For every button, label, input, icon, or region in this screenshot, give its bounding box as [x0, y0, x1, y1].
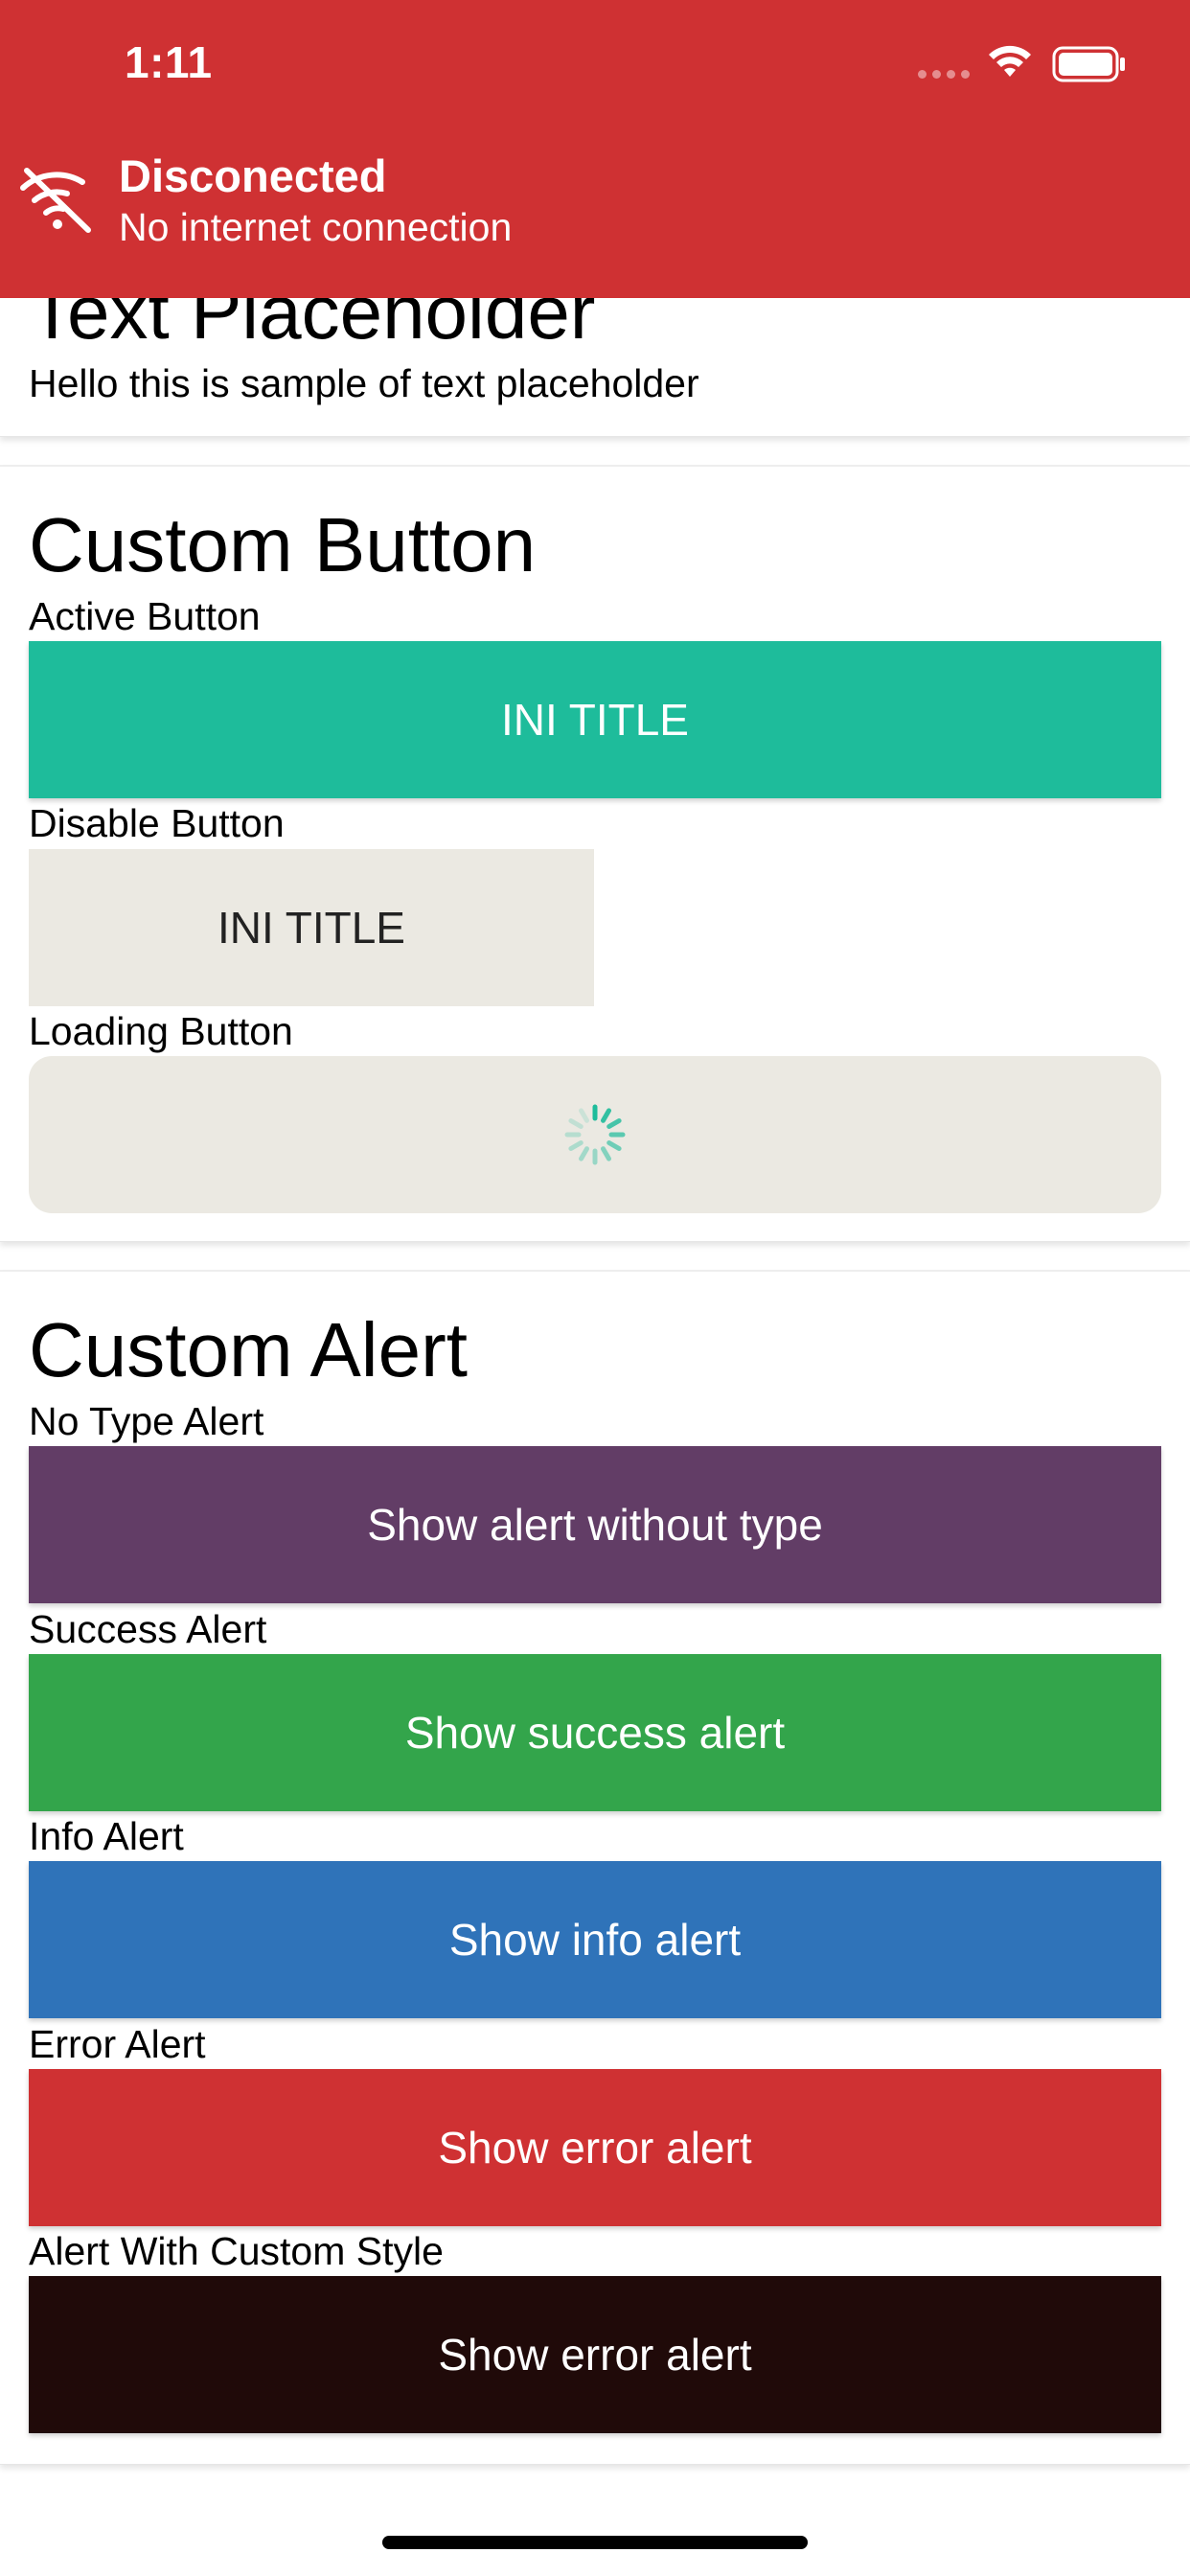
no-type-alert-button[interactable]: Show alert without type — [29, 1446, 1161, 1603]
disabled-button: INI TITLE — [29, 849, 594, 1006]
alert-caption: Alert With Custom Style — [29, 2229, 444, 2273]
alert-caption: No Type Alert — [29, 1399, 264, 1443]
alert-button-label: Show success alert — [404, 1708, 786, 1758]
error-alert-button[interactable]: Show error alert — [29, 2069, 1161, 2226]
active-button-label: INI TITLE — [501, 695, 689, 745]
loading-button-caption: Loading Button — [29, 1009, 293, 1053]
custom-alert-card: Custom Alert No Type Alert Show alert wi… — [0, 1272, 1190, 2465]
disabled-button-caption: Disable Button — [29, 801, 285, 845]
section-title: Custom Alert — [29, 1307, 468, 1392]
placeholder-text: Hello this is sample of text placeholder — [29, 361, 699, 405]
info-alert-button[interactable]: Show info alert — [29, 1861, 1161, 2018]
banner-subtitle: No internet connection — [119, 205, 513, 249]
custom-button-card: Custom Button Active Button INI TITLE Di… — [0, 467, 1190, 1242]
cellular-signal-icon — [918, 70, 970, 79]
custom-style-alert-button[interactable]: Show error alert — [29, 2276, 1161, 2433]
offline-banner: 1:11 Disconected No internet connection — [0, 0, 1190, 298]
alert-caption: Info Alert — [29, 1814, 184, 1858]
alert-caption: Error Alert — [29, 2022, 206, 2066]
battery-icon — [1052, 46, 1125, 82]
alert-button-label: Show info alert — [448, 1915, 742, 1965]
active-button-caption: Active Button — [29, 594, 261, 638]
alert-button-label: Show alert without type — [367, 1500, 823, 1550]
disabled-button-label: INI TITLE — [217, 903, 405, 953]
loading-button[interactable] — [29, 1056, 1161, 1213]
home-indicator[interactable] — [382, 2536, 808, 2549]
alert-button-label: Show error alert — [438, 2330, 752, 2380]
alert-button-label: Show error alert — [438, 2123, 752, 2173]
loading-spinner-icon — [564, 1104, 626, 1165]
alert-caption: Success Alert — [29, 1607, 267, 1651]
section-title: Custom Button — [29, 502, 537, 587]
success-alert-button[interactable]: Show success alert — [29, 1654, 1161, 1811]
banner-title: Disconected — [119, 150, 387, 201]
status-time: 1:11 — [125, 37, 213, 87]
wifi-icon — [989, 45, 1031, 77]
wifi-off-icon — [20, 168, 91, 233]
active-button[interactable]: INI TITLE — [29, 641, 1161, 798]
